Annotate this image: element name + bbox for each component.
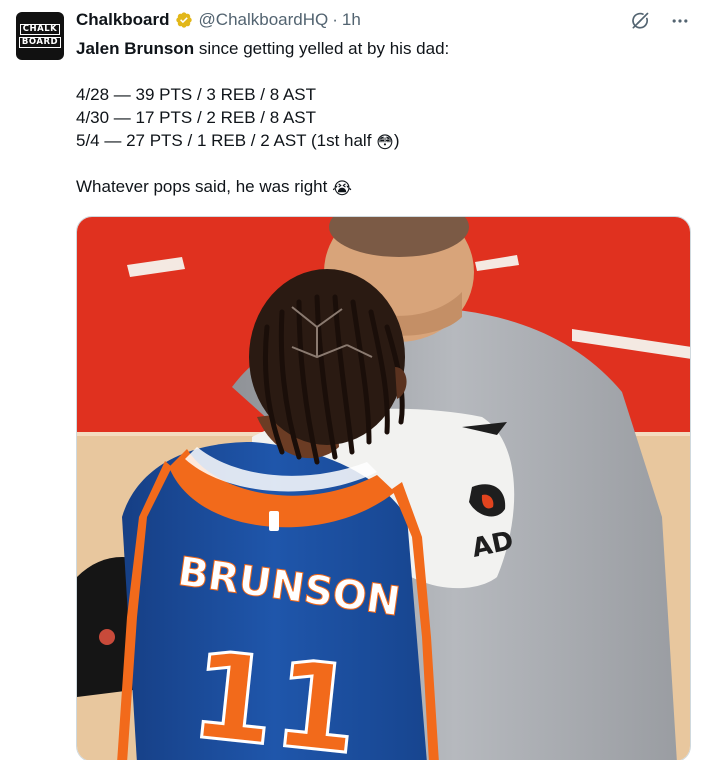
stat-line-3-text: 5/4 — 27 PTS / 1 REB / 2 AST (1st half: [76, 131, 377, 150]
stat-line-3: 5/4 — 27 PTS / 1 REB / 2 AST (1st half 😳…: [76, 129, 688, 152]
tweet-actions: [629, 10, 691, 32]
grok-icon[interactable]: [629, 10, 651, 32]
verified-gold-badge-icon: [175, 11, 193, 29]
tweet-text: Jalen Brunson since getting yelled at by…: [76, 37, 688, 198]
avatar[interactable]: CHALK BOARD: [16, 12, 64, 60]
mention-jalen-brunson: Jalen Brunson: [76, 39, 195, 58]
display-name[interactable]: Chalkboard: [76, 10, 170, 30]
tweet-line-1-rest: since getting yelled at by his dad:: [194, 39, 450, 58]
more-icon[interactable]: [669, 10, 691, 32]
avatar-text-chalk: CHALK: [19, 24, 61, 35]
stat-line-2: 4/30 — 17 PTS / 2 REB / 8 AST: [76, 108, 317, 127]
closing-text: Whatever pops said, he was right: [76, 177, 333, 196]
stat-line-3-close: ): [393, 131, 400, 150]
tweet-line-1: Jalen Brunson since getting yelled at by…: [76, 37, 688, 60]
crying-face-emoji: 😭: [332, 179, 352, 198]
tweet-media-image[interactable]: AD BRUNSON 11: [76, 216, 691, 760]
flushed-face-emoji: 😳: [376, 133, 394, 152]
author-handle[interactable]: @ChalkboardHQ: [199, 10, 329, 30]
jersey-number-text: 11: [185, 626, 366, 760]
stat-line-1: 4/28 — 39 PTS / 3 REB / 8 AST: [76, 85, 317, 104]
separator-dot: ·: [332, 10, 338, 29]
closing-line: Whatever pops said, he was right 😭: [76, 175, 688, 198]
tweet[interactable]: CHALK BOARD Chalkboard @ChalkboardHQ · 1…: [0, 0, 709, 760]
photo-brunson-and-father: AD BRUNSON 11: [77, 217, 690, 760]
tweet-header: Chalkboard @ChalkboardHQ · 1h: [76, 8, 361, 32]
timestamp[interactable]: 1h: [342, 10, 361, 30]
avatar-text-board: BOARD: [18, 37, 62, 48]
